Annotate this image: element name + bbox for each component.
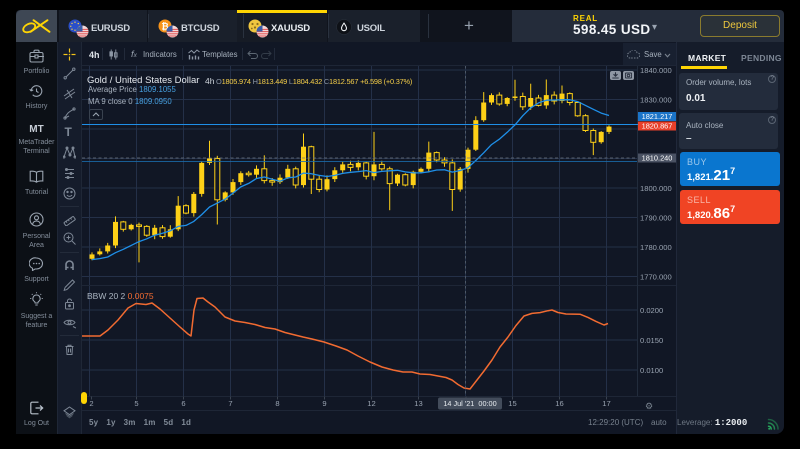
svg-text:12: 12 xyxy=(367,399,375,408)
svg-text:1770.000: 1770.000 xyxy=(640,273,672,282)
svg-text:1780.000: 1780.000 xyxy=(640,243,672,252)
svg-text:7: 7 xyxy=(228,399,232,408)
svg-text:1790.000: 1790.000 xyxy=(640,214,672,223)
svg-text:16: 16 xyxy=(555,399,563,408)
svg-text:1840.000: 1840.000 xyxy=(640,66,672,75)
svg-text:0.0200: 0.0200 xyxy=(640,306,663,315)
svg-text:1820.867: 1820.867 xyxy=(642,122,673,131)
svg-text:6: 6 xyxy=(181,399,185,408)
svg-text:1800.000: 1800.000 xyxy=(640,184,672,193)
svg-text:1821.217: 1821.217 xyxy=(642,112,673,121)
svg-text:1810.240: 1810.240 xyxy=(642,154,673,163)
svg-text:15: 15 xyxy=(508,399,516,408)
svg-text:1830.000: 1830.000 xyxy=(640,96,672,105)
svg-text:8: 8 xyxy=(275,399,279,408)
svg-text:13: 13 xyxy=(414,399,422,408)
svg-text:5: 5 xyxy=(134,399,138,408)
svg-text:0.0150: 0.0150 xyxy=(640,336,663,345)
svg-text:14 Jul '21 00:00: 14 Jul '21 00:00 xyxy=(443,399,496,408)
svg-text:0.0100: 0.0100 xyxy=(640,366,663,375)
svg-text:17: 17 xyxy=(602,399,610,408)
svg-text:9: 9 xyxy=(322,399,326,408)
svg-text:2: 2 xyxy=(89,399,93,408)
